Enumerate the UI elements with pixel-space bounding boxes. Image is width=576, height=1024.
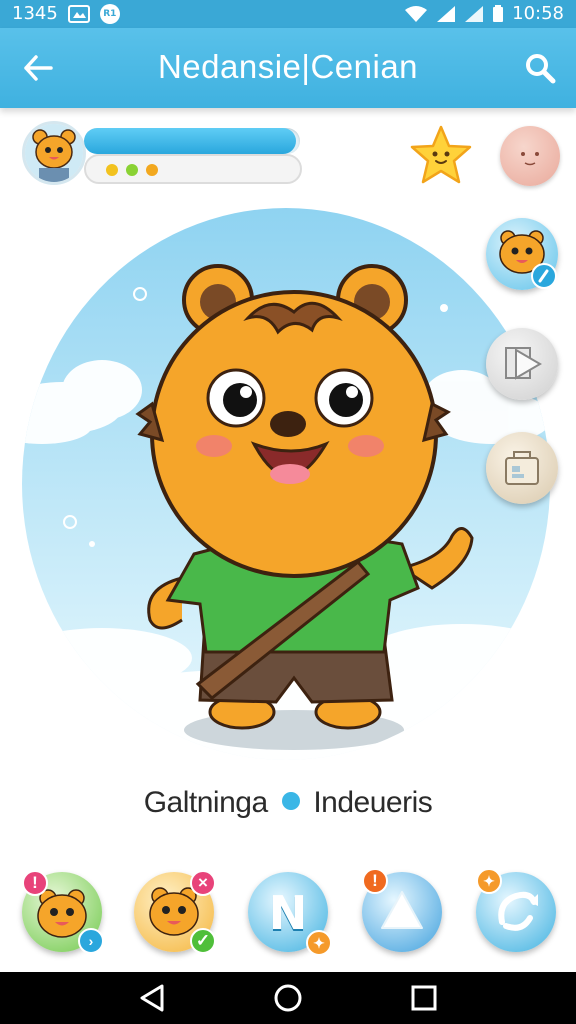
bear-avatar-icon [25, 124, 83, 182]
play-button[interactable] [486, 328, 558, 400]
chevron-right-icon: › [78, 928, 104, 954]
back-icon[interactable] [136, 982, 168, 1014]
friend-alert-button[interactable]: ! › [22, 870, 104, 954]
star-icon[interactable] [408, 124, 474, 186]
face-icon [521, 152, 539, 166]
bag-icon [505, 451, 539, 485]
screenshot-icon [67, 4, 90, 23]
status-bar: 1345 R1 10:58 [0, 0, 576, 28]
check-icon: ✓ [190, 928, 216, 954]
level-progress-bar [84, 128, 300, 154]
status-dot [281, 792, 300, 811]
search-button[interactable] [520, 48, 560, 88]
character-edit-button[interactable] [486, 218, 558, 290]
wifi-icon [404, 5, 428, 23]
peach-avatar-button[interactable] [500, 126, 560, 186]
carrier-icon: R1 [99, 3, 120, 24]
sync-app-button[interactable]: ✦ [476, 868, 556, 952]
play-icon [505, 347, 542, 380]
battery-icon [492, 4, 504, 23]
alert-badge: ! [22, 870, 48, 896]
energy-dot [146, 164, 158, 176]
app-bar: Nedansie|Cenian [0, 28, 576, 108]
home-icon[interactable] [272, 982, 304, 1014]
level-progress-fill [84, 128, 296, 154]
character-caption: Galtninga Indeueris [0, 786, 576, 820]
fire-icon: ✦ [306, 930, 332, 956]
energy-dot [126, 164, 138, 176]
status-clock: 10:58 [512, 3, 564, 24]
friend-accepted-button[interactable]: × ✓ [134, 870, 216, 954]
signal-icon [436, 5, 456, 23]
recents-icon[interactable] [408, 982, 440, 1014]
energy-dot [106, 164, 118, 176]
character-scene [22, 208, 550, 760]
status-left-time: 1345 [12, 3, 58, 24]
triangle-app-button[interactable]: ! [362, 868, 442, 952]
search-icon [526, 54, 556, 84]
signal-icon-2 [464, 5, 484, 23]
carrier-badge-text: R1 [103, 8, 117, 19]
character-name: Galtninga [143, 786, 268, 819]
bear-character-illustration [22, 264, 550, 760]
avatar[interactable] [22, 121, 86, 185]
close-badge: × [190, 870, 216, 896]
bear-edit-icon [499, 230, 557, 289]
page-title: Nedansie|Cenian [157, 48, 419, 85]
wardrobe-button[interactable] [486, 432, 558, 504]
system-nav-bar [0, 972, 576, 1024]
n-app-button[interactable]: N ✦ [248, 872, 332, 956]
alert-badge: ! [362, 868, 388, 894]
fire-icon: ✦ [476, 868, 502, 894]
character-status: Indeueris [313, 786, 433, 819]
energy-dots [84, 154, 302, 184]
